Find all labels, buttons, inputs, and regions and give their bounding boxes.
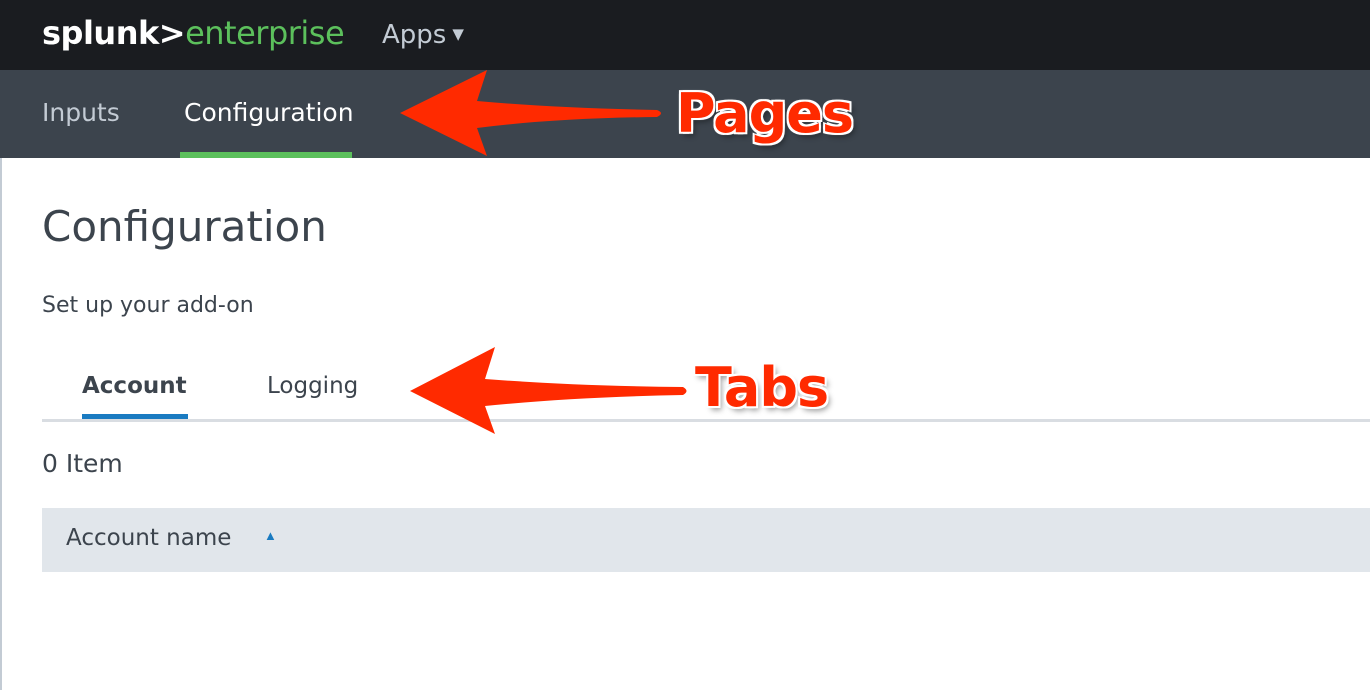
pages-arrow-icon xyxy=(400,70,661,156)
logo-brand: splunk> xyxy=(42,14,186,52)
tab-divider xyxy=(42,419,1370,422)
splunk-logo[interactable]: splunk>enterprise xyxy=(42,14,345,52)
apps-label: Apps xyxy=(382,20,447,50)
nav-item-inputs[interactable]: Inputs xyxy=(42,98,120,127)
tabs-arrow-icon xyxy=(410,347,687,434)
sort-ascending-icon[interactable]: ▲ xyxy=(264,528,277,543)
active-page-indicator xyxy=(180,152,352,158)
logo-product: enterprise xyxy=(185,14,345,52)
tab-logging[interactable]: Logging xyxy=(267,373,358,399)
caret-down-icon: ▼ xyxy=(452,25,464,43)
column-header-account-name[interactable]: Account name xyxy=(66,525,231,551)
page-subtitle: Set up your add-on xyxy=(42,293,254,318)
nav-item-configuration[interactable]: Configuration xyxy=(184,98,354,127)
apps-menu[interactable]: Apps ▼ xyxy=(382,20,464,50)
top-bar: splunk>enterprise Apps ▼ xyxy=(0,0,1370,70)
pages-annotation: Pages xyxy=(676,82,854,145)
page-title: Configuration xyxy=(42,202,327,251)
tabs-annotation: Tabs xyxy=(695,356,829,419)
table-header: Account name ▲ xyxy=(42,508,1370,572)
item-count: 0 Item xyxy=(42,449,123,478)
tab-account[interactable]: Account xyxy=(82,373,187,399)
content-border xyxy=(0,158,2,690)
